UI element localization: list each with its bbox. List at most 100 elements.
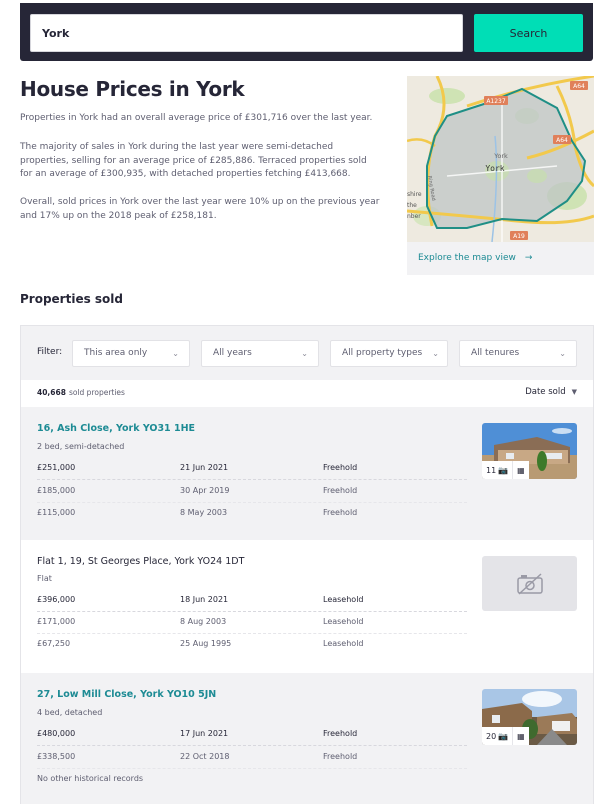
filter-bar: Filter: This area only ⌄ All years ⌄ All…	[21, 326, 593, 380]
listing-type: 4 bed, detached	[37, 708, 103, 717]
sale-row: £480,000 17 Jun 2021 Freehold	[37, 724, 467, 746]
sale-price: £171,000	[37, 617, 76, 626]
listing-type: 2 bed, semi-detached	[37, 442, 125, 451]
sale-date: 8 May 2003	[180, 508, 228, 517]
caret-down-icon: ▼	[571, 388, 577, 396]
sale-row: £338,500 22 Oct 2018 Freehold	[37, 747, 467, 769]
sort-dropdown[interactable]: Date sold ▼	[525, 387, 577, 397]
sale-tenure: Freehold	[323, 508, 358, 517]
sale-date: 22 Oct 2018	[180, 752, 230, 761]
sale-tenure: Freehold	[323, 752, 358, 761]
dropdown-value: This area only	[84, 348, 148, 358]
filter-tenure-dropdown[interactable]: All tenures ⌄	[459, 340, 577, 367]
search-input[interactable]	[30, 14, 463, 52]
sale-price: £67,250	[37, 639, 71, 648]
map-label-york: York	[485, 164, 504, 173]
sale-price: £251,000	[37, 463, 76, 472]
map-label-a19: A19	[513, 233, 525, 240]
sale-tenure: Freehold	[323, 463, 358, 472]
photo-badges: 11 📷 ▦	[482, 461, 529, 479]
photo-count: 11	[486, 465, 497, 475]
page-title: House Prices in York	[20, 77, 245, 101]
dropdown-value: All years	[213, 348, 252, 358]
map-graphic: A64 A1237 A64 A19 York York shire the nb…	[407, 76, 594, 242]
floorplan-badge[interactable]: ▦	[512, 461, 529, 479]
sort-label: Date sold	[525, 387, 566, 397]
floorplan-icon: ▦	[517, 465, 525, 475]
sale-price: £115,000	[37, 508, 76, 517]
listing-address-link[interactable]: 27, Low Mill Close, York YO10 5JN	[37, 689, 216, 700]
sale-tenure: Leasehold	[323, 595, 364, 604]
listing-photo[interactable]: 11 📷 ▦	[482, 423, 577, 479]
camera-icon: 📷	[498, 465, 509, 475]
sale-tenure: Leasehold	[323, 617, 364, 626]
map-card: A64 A1237 A64 A19 York York shire the nb…	[407, 76, 594, 275]
sale-row: £171,000 8 Aug 2003 Leasehold	[37, 612, 467, 634]
photo-count: 20	[486, 731, 497, 741]
photo-badges: 20 📷 ▦	[482, 727, 529, 745]
listing-item: 27, Low Mill Close, York YO10 5JN 4 bed,…	[21, 673, 593, 804]
sale-row: £67,250 25 Aug 1995 Leasehold	[37, 634, 467, 656]
intro-paragraph: Overall, sold prices in York over the la…	[20, 197, 380, 221]
dropdown-value: All tenures	[471, 348, 520, 358]
filter-property-type-dropdown[interactable]: All property types ⌄	[330, 340, 448, 367]
sale-row: £115,000 8 May 2003 Freehold	[37, 503, 467, 525]
map-label-a64: A64	[573, 83, 585, 90]
sale-tenure: Leasehold	[323, 639, 364, 648]
filter-years-dropdown[interactable]: All years ⌄	[201, 340, 319, 367]
listing-item: 16, Ash Close, York YO31 1HE 2 bed, semi…	[21, 407, 593, 540]
sale-tenure: Freehold	[323, 486, 358, 495]
no-photo-placeholder	[482, 556, 577, 611]
results-count-bar: 40,668 sold properties Date sold ▼	[21, 380, 593, 407]
listing-photo[interactable]: 20 📷 ▦	[482, 689, 577, 745]
map-label-york-small: York	[493, 152, 508, 160]
results-count-number: 40,668	[37, 388, 66, 397]
sale-date: 8 Aug 2003	[180, 617, 227, 626]
listing-item: Flat 1, 19, St Georges Place, York YO24 …	[21, 540, 593, 673]
chevron-down-icon: ⌄	[172, 349, 179, 358]
chevron-down-icon: ⌄	[559, 349, 566, 358]
chevron-down-icon: ⌄	[301, 349, 308, 358]
section-title: Properties sold	[20, 292, 124, 306]
results-panel: Filter: This area only ⌄ All years ⌄ All…	[20, 325, 594, 804]
listing-address-link[interactable]: 16, Ash Close, York YO31 1HE	[37, 423, 195, 434]
sale-date: 25 Aug 1995	[180, 639, 232, 648]
search-button[interactable]: Search	[474, 14, 583, 52]
intro-paragraph: The majority of sales in York during the…	[20, 142, 367, 179]
area-map[interactable]: A64 A1237 A64 A19 York York shire the nb…	[407, 76, 594, 242]
map-label-a1237: A1237	[486, 98, 506, 105]
sale-price: £185,000	[37, 486, 76, 495]
results-count-suffix: sold properties	[68, 388, 125, 397]
sale-date: 17 Jun 2021	[180, 729, 229, 738]
sale-date: 18 Jun 2021	[180, 595, 229, 604]
filter-area-dropdown[interactable]: This area only ⌄	[72, 340, 190, 367]
sale-row: £396,000 18 Jun 2021 Leasehold	[37, 590, 467, 612]
map-label-region: nber	[407, 213, 421, 220]
results-count: 40,668 sold properties	[37, 388, 125, 397]
no-camera-icon	[516, 572, 543, 595]
explore-map-label: Explore the map view	[418, 253, 516, 263]
no-records-note: No other historical records	[37, 774, 144, 783]
photo-count-badge[interactable]: 20 📷	[482, 727, 513, 745]
floorplan-icon: ▦	[517, 731, 525, 741]
sale-date: 30 Apr 2019	[180, 486, 230, 495]
map-label-a64-east: A64	[556, 137, 568, 144]
listing-address-link[interactable]: Flat 1, 19, St Georges Place, York YO24 …	[37, 556, 244, 567]
camera-icon: 📷	[498, 731, 509, 741]
dropdown-value: All property types	[342, 348, 423, 358]
arrow-right-icon: →	[524, 253, 533, 263]
sale-row: £251,000 21 Jun 2021 Freehold	[37, 458, 467, 480]
photo-count-badge[interactable]: 11 📷	[482, 461, 513, 479]
chevron-down-icon: ⌄	[432, 349, 439, 358]
sale-date: 21 Jun 2021	[180, 463, 229, 472]
map-label-region: the	[407, 202, 417, 209]
sale-row: £185,000 30 Apr 2019 Freehold	[37, 481, 467, 503]
floorplan-badge[interactable]: ▦	[512, 727, 529, 745]
search-bar: Search	[20, 3, 593, 61]
intro-paragraph: Properties in York had an overall averag…	[20, 113, 373, 123]
listing-type: Flat	[37, 574, 52, 583]
map-label-region: shire	[407, 191, 422, 198]
sale-price: £338,500	[37, 752, 76, 761]
sale-tenure: Freehold	[323, 729, 358, 738]
explore-map-link[interactable]: Explore the map view →	[418, 253, 532, 263]
